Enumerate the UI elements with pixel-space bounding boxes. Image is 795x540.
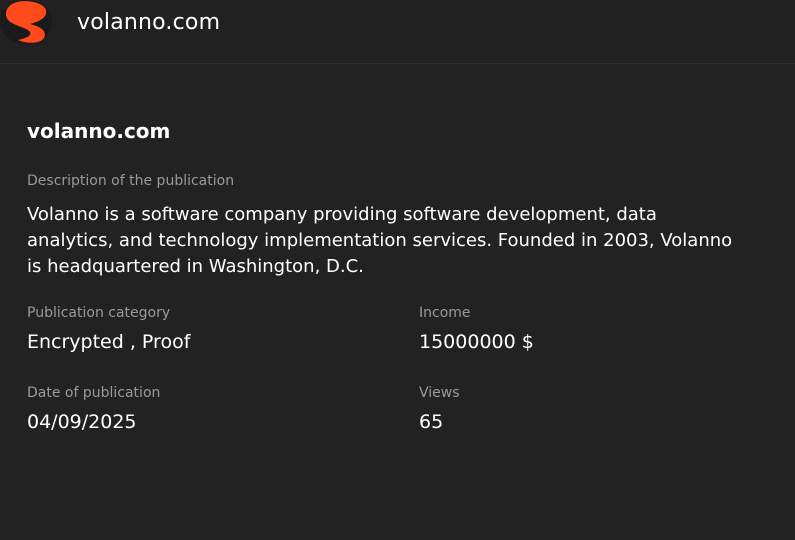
date-field: Date of publication 04/09/2025 bbox=[27, 385, 387, 433]
views-field: Views 65 bbox=[419, 385, 779, 433]
income-value: 15000000 $ bbox=[419, 331, 534, 353]
top-bar: volanno.com bbox=[0, 0, 795, 64]
views-label: Views bbox=[419, 385, 460, 401]
category-field: Publication category Encrypted , Proof bbox=[27, 305, 387, 353]
category-label: Publication category bbox=[27, 305, 171, 321]
income-field: Income 15000000 $ bbox=[419, 305, 779, 353]
site-name[interactable]: volanno.com bbox=[77, 10, 220, 35]
publication-title: volanno.com bbox=[27, 119, 171, 143]
date-value: 04/09/2025 bbox=[27, 411, 137, 433]
category-value: Encrypted , Proof bbox=[27, 331, 191, 353]
description-text: Volanno is a software company providing … bbox=[27, 204, 733, 277]
views-value: 65 bbox=[419, 411, 444, 433]
date-label: Date of publication bbox=[27, 385, 161, 401]
volanno-logo-icon[interactable] bbox=[0, 0, 54, 48]
income-label: Income bbox=[419, 305, 471, 321]
description-label: Description of the publication bbox=[27, 173, 235, 189]
